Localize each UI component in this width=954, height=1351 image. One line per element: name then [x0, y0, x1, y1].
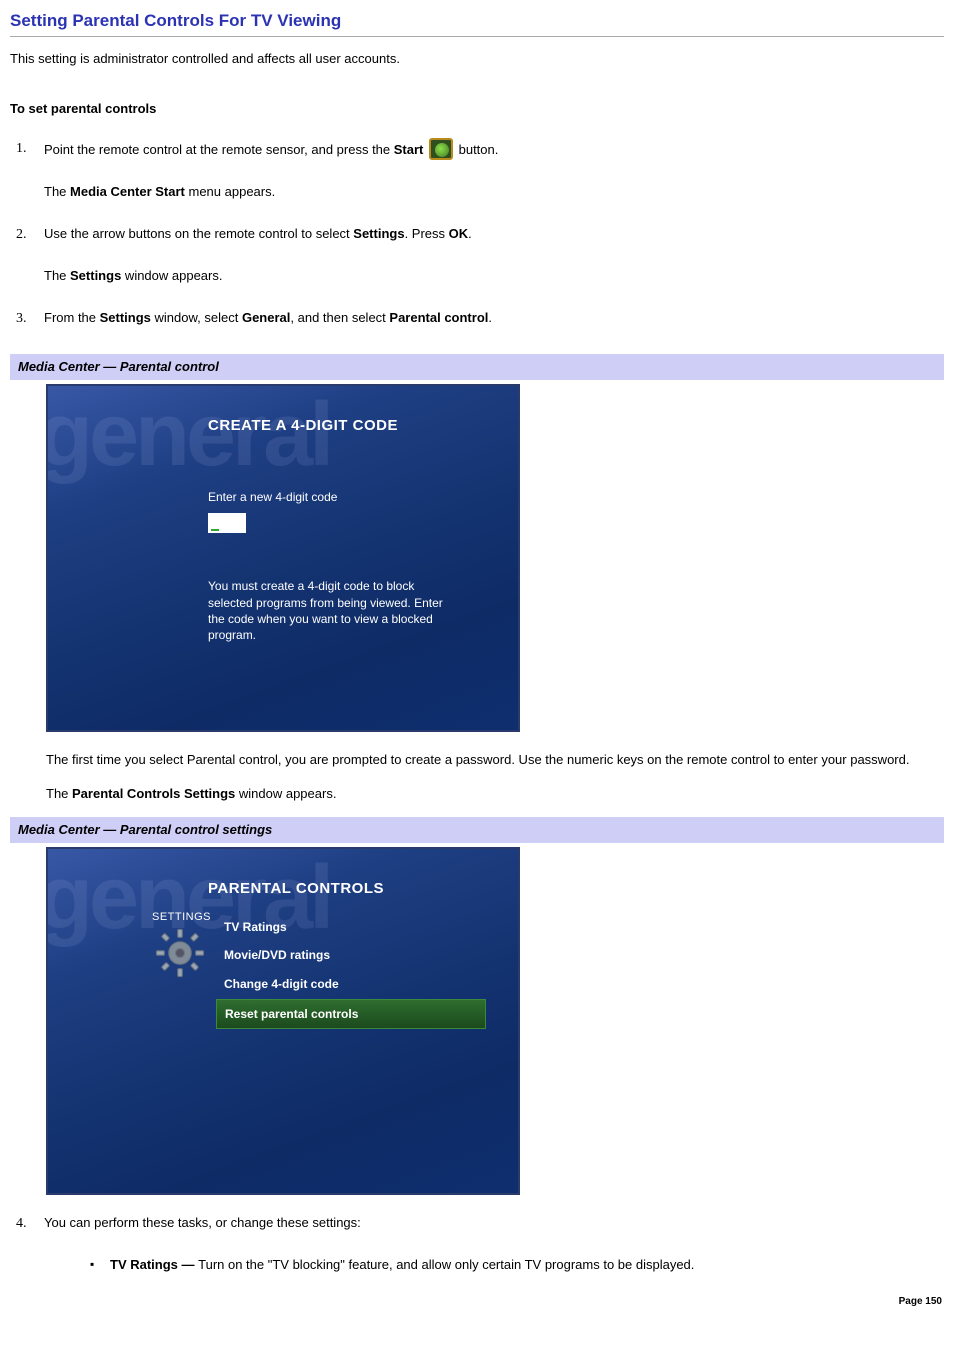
text: The: [44, 184, 70, 199]
code-explanation: You must create a 4-digit code to block …: [208, 578, 458, 643]
menu-tv-ratings[interactable]: TV Ratings: [216, 913, 486, 942]
menu-change-code[interactable]: Change 4-digit code: [216, 970, 486, 999]
code-input-field[interactable]: [208, 513, 246, 533]
step-3-line-1: From the Settings window, select General…: [44, 308, 944, 328]
menu-reset-parental-controls[interactable]: Reset parental controls: [216, 999, 486, 1030]
step-4-line-1: You can perform these tasks, or change t…: [44, 1213, 944, 1233]
screenshot-title: CREATE A 4-DIGIT CODE: [208, 414, 398, 437]
page-number: Page 150: [899, 1294, 942, 1310]
step-3: 3. From the Settings window, select Gene…: [10, 308, 944, 350]
step-2-line-1: Use the arrow buttons on the remote cont…: [44, 224, 944, 244]
text: . Press: [405, 226, 449, 241]
screenshot-parental-control-create-code: general CREATE A 4-DIGIT CODE Enter a ne…: [46, 384, 520, 732]
step-number: 3.: [10, 308, 44, 350]
text: menu appears.: [185, 184, 275, 199]
start-button-icon: [429, 138, 453, 160]
step-number: 4.: [10, 1213, 44, 1285]
settings-label: SETTINGS: [152, 909, 211, 926]
text-bold: Settings: [70, 268, 121, 283]
procedure-heading: To set parental controls: [10, 99, 944, 119]
parental-controls-menu: TV Ratings Movie/DVD ratings Change 4-di…: [216, 913, 486, 1029]
screenshot-2-caption: Media Center — Parental control settings: [10, 817, 944, 843]
step-1-line-1: Point the remote control at the remote s…: [44, 138, 944, 160]
step-4-bullets: TV Ratings — Turn on the "TV blocking" f…: [88, 1255, 944, 1275]
screenshot-1-caption: Media Center — Parental control: [10, 354, 944, 380]
steps-list-continued: 4. You can perform these tasks, or chang…: [10, 1213, 944, 1285]
step-2: 2. Use the arrow buttons on the remote c…: [10, 224, 944, 308]
text: Point the remote control at the remote s…: [44, 142, 394, 157]
intro-text: This setting is administrator controlled…: [10, 49, 944, 69]
screenshot-parental-control-settings: general PARENTAL CONTROLS SETTINGS TV Ra…: [46, 847, 520, 1195]
after-shot1-p2: The Parental Controls Settings window ap…: [46, 784, 944, 804]
text-bold: TV Ratings —: [110, 1257, 198, 1272]
text-bold: Start: [394, 142, 424, 157]
text: .: [468, 226, 472, 241]
text-bold: Media Center Start: [70, 184, 185, 199]
text-bold: Parental Controls Settings: [72, 786, 235, 801]
step-1-line-2: The Media Center Start menu appears.: [44, 182, 944, 202]
text: Use the arrow buttons on the remote cont…: [44, 226, 353, 241]
gear-icon: [152, 925, 208, 981]
text: window appears.: [235, 786, 336, 801]
text: Turn on the "TV blocking" feature, and a…: [198, 1257, 694, 1272]
text: , and then select: [290, 310, 389, 325]
page-title: Setting Parental Controls For TV Viewing: [10, 8, 944, 37]
text: From the: [44, 310, 100, 325]
step-number: 1.: [10, 138, 44, 224]
step-4: 4. You can perform these tasks, or chang…: [10, 1213, 944, 1285]
steps-list: 1. Point the remote control at the remot…: [10, 138, 944, 351]
menu-movie-dvd-ratings[interactable]: Movie/DVD ratings: [216, 941, 486, 970]
text: The: [46, 786, 72, 801]
text: button.: [455, 142, 498, 157]
text: window appears.: [121, 268, 222, 283]
text-bold: Parental control: [389, 310, 488, 325]
after-shot1-p1: The first time you select Parental contr…: [46, 750, 944, 770]
code-field-label: Enter a new 4-digit code: [208, 488, 488, 507]
text-bold: Settings: [100, 310, 151, 325]
text-bold: Settings: [353, 226, 404, 241]
text: window, select: [151, 310, 242, 325]
text: .: [488, 310, 492, 325]
bullet-tv-ratings: TV Ratings — Turn on the "TV blocking" f…: [88, 1255, 944, 1275]
text-bold: General: [242, 310, 290, 325]
screenshot-title: PARENTAL CONTROLS: [208, 877, 384, 900]
step-number: 2.: [10, 224, 44, 308]
text-bold: OK: [449, 226, 469, 241]
text: The: [44, 268, 70, 283]
step-1: 1. Point the remote control at the remot…: [10, 138, 944, 224]
step-2-line-2: The Settings window appears.: [44, 266, 944, 286]
